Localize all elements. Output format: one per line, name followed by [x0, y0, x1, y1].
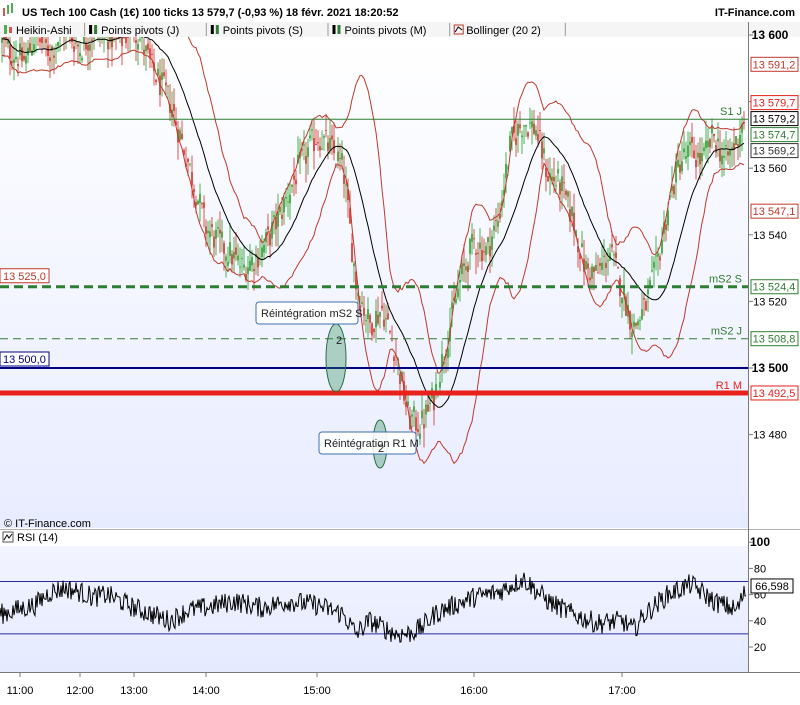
annotation-count: 2: [378, 443, 384, 455]
level-tag-left: 13 525,0: [0, 268, 50, 284]
price-tag: 13 547,1: [750, 203, 799, 219]
price-tag-label: 13 492,5: [753, 388, 796, 400]
chart-window: US Tech 100 Cash (1€) 100 ticks 13 579,7…: [0, 0, 800, 700]
legend-separator: [564, 23, 566, 36]
price-tag-label: 13 547,1: [753, 206, 796, 218]
legend-item[interactable]: Points pivots (S): [210, 25, 303, 37]
price-tag: 13 492,5: [750, 385, 799, 401]
price-tag-label: 13 579,2: [753, 114, 796, 126]
legend-label: Bollinger (20 2): [466, 25, 541, 37]
y-axis-tick-label: 13 540: [753, 230, 787, 242]
y-axis-line: [748, 22, 749, 672]
legend-label: Heikin-Ashi: [16, 25, 72, 37]
legend-label: Points pivots (S): [223, 25, 303, 37]
pivot-level-label: S1 J: [720, 106, 742, 118]
legend-separator: [205, 23, 207, 36]
price-tag-label: 13 508,8: [753, 334, 796, 346]
rsi-y-axis: 2040608010066,598: [748, 535, 794, 654]
legend-separator: [327, 23, 329, 36]
pivot-level-label: mS2 J: [711, 326, 742, 338]
legend-label: Points pivots (J): [101, 25, 179, 37]
pivot-level-label: R1 M: [716, 380, 742, 392]
y-axis-tick-label: 13 480: [753, 430, 787, 442]
price-tag: 13 508,8: [750, 331, 799, 347]
price-tag: 13 591,2: [750, 56, 799, 72]
x-axis-tick-label: 12:00: [66, 685, 94, 697]
legend-label: Points pivots (M): [345, 25, 427, 37]
panel-divider: [0, 529, 800, 530]
annotation-label: Réintégration mS2 S: [261, 308, 363, 320]
y-axis-tick-label: 13 560: [753, 163, 787, 175]
price-tag-label: 13 591,2: [753, 59, 796, 71]
legend-item[interactable]: Points pivots (J): [89, 25, 179, 37]
price-tag: 13 524,4: [750, 279, 799, 295]
x-axis-tick-label: 13:00: [120, 685, 148, 697]
price-tag-label: 13 579,7: [753, 98, 796, 110]
rsi-axis-tick-label: 40: [754, 616, 766, 628]
x-axis-tick-label: 17:00: [608, 685, 636, 697]
level-tag-label: 13 500,0: [3, 354, 46, 366]
level-tag-left: 13 500,0: [0, 351, 50, 367]
y-axis-tick-label: 13 600: [752, 28, 789, 42]
price-tag: 13 574,7: [750, 127, 799, 143]
y-axis-tick-label: 13 520: [753, 296, 787, 308]
price-tag: 13 579,7: [750, 95, 799, 111]
x-axis-tick-label: 16:00: [460, 685, 488, 697]
price-tag: 13 579,2: [750, 111, 799, 127]
y-axis: 13 480 13 500 13 520 13 540 13 560 13 600 13 5…: [748, 28, 799, 442]
brand-label: IT-Finance.com: [715, 7, 795, 19]
pivot-level-label: mS2 S: [709, 274, 742, 286]
rsi-plot-area[interactable]: [0, 546, 748, 672]
x-axis-tick-label: 15:00: [303, 685, 331, 697]
rsi-axis-tick-label: 80: [754, 563, 766, 575]
legend-item[interactable]: Bollinger (20 2): [453, 24, 541, 37]
y-axis-tick-label: 13 500: [752, 361, 789, 375]
rsi-title: RSI (14): [17, 532, 58, 544]
annotation-label: Réintégration R1 M: [324, 438, 419, 450]
x-axis: 11:00 12:00 13:00 14:00 15:00 16:00 17:00: [7, 672, 636, 697]
rsi-axis-tick-label: 20: [754, 642, 766, 654]
heikin-ashi-candle: [735, 136, 737, 146]
rsi-value-tag: 66,598: [750, 578, 794, 594]
legend-separator: [449, 23, 451, 36]
price-tag-label: 13 569,2: [753, 146, 796, 158]
legend-item[interactable]: Points pivots (M): [332, 25, 427, 37]
price-tag-label: 13 574,7: [753, 130, 796, 142]
x-axis-tick-label: 14:00: [192, 685, 220, 697]
x-axis-line: [0, 672, 800, 673]
watermark: © IT-Finance.com: [4, 518, 91, 530]
chart-title: US Tech 100 Cash (1€) 100 ticks 13 579,7…: [22, 7, 398, 19]
chart-canvas: US Tech 100 Cash (1€) 100 ticks 13 579,7…: [0, 0, 800, 697]
rsi-axis-tick-label: 100: [750, 535, 770, 549]
annotation-count: 2: [336, 335, 342, 347]
legend-bar: Heikin-Ashi Points pivots (J) Points pivot…: [0, 22, 800, 37]
x-axis-tick-label: 11:00: [7, 685, 34, 697]
rsi-value-label: 66,598: [755, 581, 789, 593]
legend-separator: [84, 23, 86, 36]
level-tag-label: 13 525,0: [3, 271, 46, 283]
price-tag-label: 13 524,4: [753, 282, 796, 294]
rsi-legend: RSI (14): [2, 531, 58, 544]
price-tag: 13 569,2: [750, 143, 799, 159]
